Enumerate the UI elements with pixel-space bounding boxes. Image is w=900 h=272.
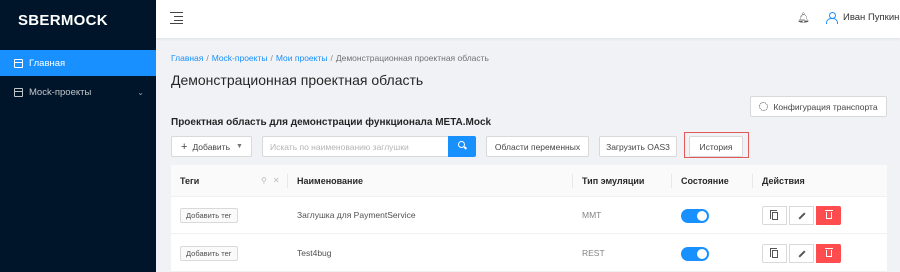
- chevron-down-icon: ▼: [236, 143, 243, 150]
- edit-button[interactable]: [789, 244, 814, 263]
- copy-button[interactable]: [762, 244, 787, 263]
- breadcrumb-link-home[interactable]: Главная: [171, 53, 203, 63]
- search-icon: [458, 141, 465, 148]
- search-button[interactable]: [448, 136, 476, 157]
- delete-icon: [824, 210, 833, 219]
- state-toggle[interactable]: [681, 247, 709, 261]
- upload-oas3-button[interactable]: Загрузить OAS3: [599, 136, 677, 157]
- user-name: Иван Пупкин: [843, 12, 900, 23]
- top-header: 🔔︎ Иван Пупкин: [156, 0, 900, 38]
- mock-name: Test4bug: [297, 248, 332, 258]
- add-label: Добавить: [192, 141, 231, 152]
- plus-icon: +: [181, 140, 188, 153]
- edit-button[interactable]: [789, 206, 814, 225]
- copy-icon: [769, 247, 778, 258]
- user-menu[interactable]: Иван Пупкин: [826, 12, 900, 24]
- section-title: Проектная область для демонстрации функц…: [171, 117, 492, 128]
- table-row: Добавить тег Test4bug REST: [171, 235, 887, 272]
- menu-fold-icon[interactable]: [170, 12, 183, 25]
- app-logo: SBERMOCK: [18, 12, 108, 29]
- breadcrumb: Главная / Mock-проекты / Мои проекты / Демонст…: [171, 53, 489, 63]
- history-button[interactable]: История: [689, 136, 743, 157]
- mock-name: Заглушка для PaymentService: [297, 210, 416, 220]
- copy-button[interactable]: [762, 206, 787, 225]
- column-header-tags: Теги: [180, 176, 200, 186]
- variable-scopes-button[interactable]: Области переменных: [486, 136, 589, 157]
- column-header-actions: Действия: [762, 176, 805, 186]
- bell-icon[interactable]: 🔔︎: [797, 13, 810, 24]
- close-icon[interactable]: ✕: [273, 176, 280, 185]
- transport-config-label: Конфигурация транспорта: [773, 101, 878, 112]
- edit-icon: [797, 211, 806, 220]
- sidebar-item-mock-projects[interactable]: Mock-проекты ⌄: [0, 79, 156, 105]
- user-icon: [826, 12, 838, 24]
- table-row: Добавить тег Заглушка для PaymentService…: [171, 197, 887, 234]
- column-header-state: Состояние: [681, 176, 729, 186]
- search-input[interactable]: [262, 136, 448, 157]
- gear-icon: [759, 102, 769, 111]
- edit-icon: [797, 249, 806, 258]
- column-header-emulation: Тип эмуляции: [582, 176, 645, 186]
- layout-icon: [14, 87, 23, 97]
- delete-button[interactable]: [816, 206, 841, 225]
- breadcrumb-current: Демонстрационная проектная область: [335, 53, 489, 63]
- layout-icon: [14, 58, 23, 68]
- emulation-type: REST: [582, 248, 605, 258]
- add-dropdown-button[interactable]: + Добавить ▼: [171, 136, 252, 157]
- page-title: Демонстрационная проектная область: [171, 72, 424, 88]
- breadcrumb-link-my-projects[interactable]: Мои проекты: [276, 53, 328, 63]
- sidebar: SBERMOCK Главная Mock-проекты ⌄: [0, 0, 156, 272]
- transport-config-button[interactable]: Конфигурация транспорта: [750, 96, 887, 117]
- table-header: Теги ⚲ ✕ Наименование Тип эмуляции Состоя…: [171, 165, 887, 197]
- mocks-table: Теги ⚲ ✕ Наименование Тип эмуляции Состоя…: [171, 165, 887, 272]
- sidebar-item-label: Главная: [29, 57, 66, 69]
- emulation-type: MMT: [582, 210, 602, 220]
- chevron-down-icon: ⌄: [137, 87, 144, 97]
- state-toggle[interactable]: [681, 209, 709, 223]
- copy-icon: [769, 209, 778, 220]
- delete-button[interactable]: [816, 244, 841, 263]
- search-icon[interactable]: ⚲: [261, 176, 267, 185]
- delete-icon: [824, 248, 833, 257]
- sidebar-item-label: Mock-проекты: [29, 86, 92, 98]
- tags-filter-controls: ⚲ ✕: [261, 176, 286, 185]
- add-tag-button[interactable]: Добавить тег: [180, 246, 238, 261]
- breadcrumb-link-mock-projects[interactable]: Mock-проекты: [212, 53, 268, 63]
- column-header-name: Наименование: [297, 176, 364, 186]
- sidebar-item-home[interactable]: Главная: [0, 50, 156, 76]
- add-tag-button[interactable]: Добавить тег: [180, 208, 238, 223]
